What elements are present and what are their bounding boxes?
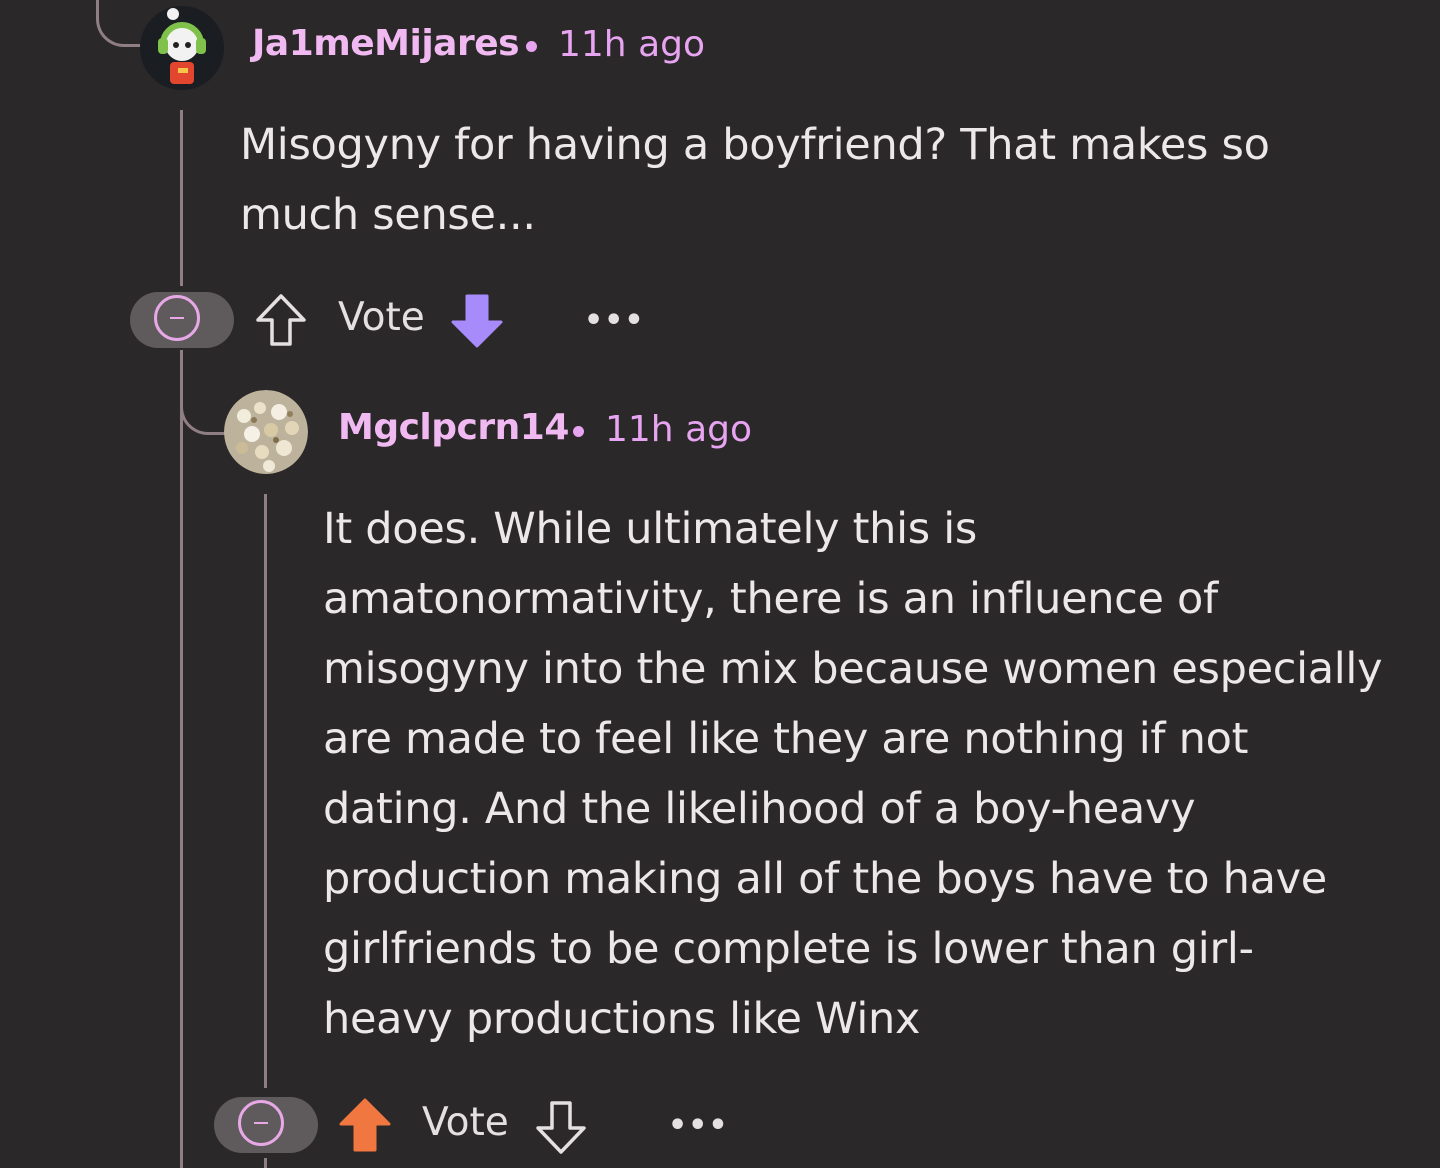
collapse-minus-icon xyxy=(154,295,200,341)
vote-label: Vote xyxy=(338,295,425,340)
separator-dot xyxy=(573,426,584,437)
more-options-button[interactable]: ••• xyxy=(584,303,645,338)
thread-line-comment-1[interactable] xyxy=(180,110,183,286)
comment-timestamp: 11h ago xyxy=(605,409,753,450)
popcorn-avatar-icon xyxy=(224,390,308,474)
comment-timestamp: 11h ago xyxy=(558,24,706,65)
thread-line-comment-1-lower[interactable] xyxy=(180,350,183,1168)
upvote-arrow-icon[interactable] xyxy=(254,292,308,348)
thread-curve-comment-2 xyxy=(180,380,227,435)
online-indicator-icon xyxy=(167,8,179,20)
comment-body: Misogyny for having a boyfriend? That ma… xyxy=(240,120,1270,240)
more-options-button[interactable]: ••• xyxy=(668,1108,729,1143)
collapse-button[interactable] xyxy=(214,1097,318,1153)
avatar[interactable] xyxy=(224,390,308,474)
thread-curve-comment-1 xyxy=(96,0,143,47)
collapse-button[interactable] xyxy=(130,292,234,348)
downvote-arrow-icon[interactable] xyxy=(534,1098,588,1156)
upvote-arrow-icon[interactable] xyxy=(338,1096,392,1154)
comment-body: It does. While ultimately this is amaton… xyxy=(323,504,1383,1044)
separator-dot xyxy=(526,41,537,52)
vote-label: Vote xyxy=(422,1100,509,1145)
comment-username[interactable]: Mgclpcrn14 xyxy=(338,407,569,448)
comment-username[interactable]: Ja1meMijares xyxy=(252,23,520,64)
thread-line-comment-2-lower xyxy=(264,1158,267,1168)
avatar[interactable] xyxy=(140,6,224,90)
collapse-minus-icon xyxy=(238,1100,284,1146)
downvote-arrow-icon[interactable] xyxy=(450,292,504,350)
thread-line-comment-2[interactable] xyxy=(264,494,267,1088)
headphones-avatar-icon xyxy=(140,6,224,90)
